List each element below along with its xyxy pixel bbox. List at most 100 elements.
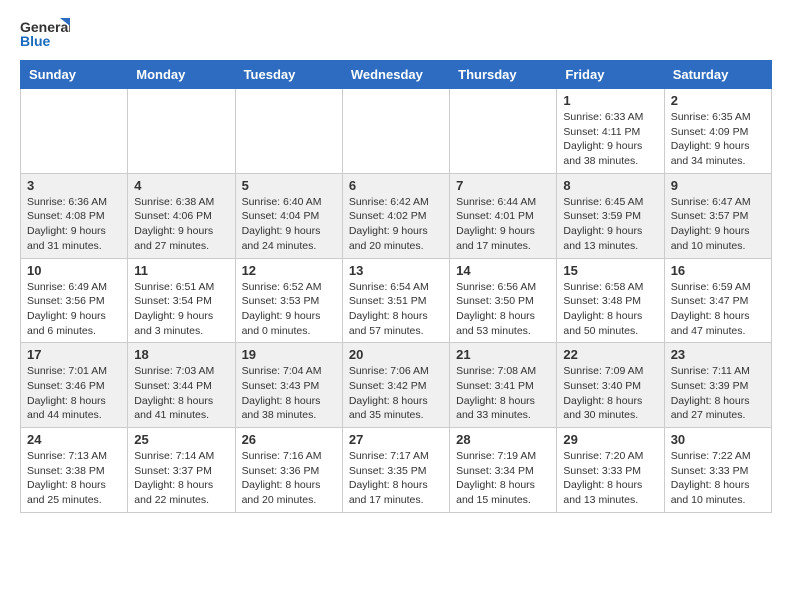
day-info: Sunrise: 7:14 AM Sunset: 3:37 PM Dayligh… bbox=[134, 449, 228, 508]
calendar-cell: 3 Sunrise: 6:36 AM Sunset: 4:08 PM Daylig… bbox=[21, 173, 128, 258]
calendar-cell: 6Sunrise: 6:42 AM Sunset: 4:02 PM Daylig… bbox=[342, 173, 449, 258]
day-info: Sunrise: 7:06 AM Sunset: 3:42 PM Dayligh… bbox=[349, 364, 443, 423]
day-number: 28 bbox=[456, 432, 550, 447]
calendar-cell: 9 Sunrise: 6:47 AM Sunset: 3:57 PM Daylig… bbox=[664, 173, 771, 258]
day-number: 20 bbox=[349, 347, 443, 362]
day-info: Sunrise: 7:09 AM Sunset: 3:40 PM Dayligh… bbox=[563, 364, 657, 423]
day-number: 4 bbox=[134, 178, 228, 193]
calendar-cell bbox=[21, 89, 128, 174]
day-info: Sunrise: 7:20 AM Sunset: 3:33 PM Dayligh… bbox=[563, 449, 657, 508]
calendar-row-4: 17Sunrise: 7:01 AM Sunset: 3:46 PM Dayli… bbox=[21, 343, 772, 428]
day-number: 30 bbox=[671, 432, 765, 447]
day-number: 11 bbox=[134, 263, 228, 278]
day-info: Sunrise: 7:16 AM Sunset: 3:36 PM Dayligh… bbox=[242, 449, 336, 508]
day-number: 21 bbox=[456, 347, 550, 362]
day-info: Sunrise: 7:08 AM Sunset: 3:41 PM Dayligh… bbox=[456, 364, 550, 423]
calendar-cell: 8 Sunrise: 6:45 AM Sunset: 3:59 PM Daylig… bbox=[557, 173, 664, 258]
calendar-cell: 24 Sunrise: 7:13 AM Sunset: 3:38 PM Dayli… bbox=[21, 428, 128, 513]
day-number: 16 bbox=[671, 263, 765, 278]
column-header-monday: Monday bbox=[128, 61, 235, 89]
calendar-cell: 27Sunrise: 7:17 AM Sunset: 3:35 PM Dayli… bbox=[342, 428, 449, 513]
calendar-body: 1Sunrise: 6:33 AM Sunset: 4:11 PM Daylig… bbox=[21, 89, 772, 513]
day-info: Sunrise: 7:17 AM Sunset: 3:35 PM Dayligh… bbox=[349, 449, 443, 508]
calendar-cell bbox=[235, 89, 342, 174]
calendar-cell: 26 Sunrise: 7:16 AM Sunset: 3:36 PM Dayli… bbox=[235, 428, 342, 513]
calendar-cell: 25 Sunrise: 7:14 AM Sunset: 3:37 PM Dayli… bbox=[128, 428, 235, 513]
calendar-table: SundayMondayTuesdayWednesdayThursdayFrid… bbox=[20, 60, 772, 513]
day-number: 14 bbox=[456, 263, 550, 278]
calendar-cell: 19 Sunrise: 7:04 AM Sunset: 3:43 PM Dayli… bbox=[235, 343, 342, 428]
calendar-cell: 23Sunrise: 7:11 AM Sunset: 3:39 PM Dayli… bbox=[664, 343, 771, 428]
calendar-cell: 21 Sunrise: 7:08 AM Sunset: 3:41 PM Dayli… bbox=[450, 343, 557, 428]
day-number: 19 bbox=[242, 347, 336, 362]
day-info: Sunrise: 6:35 AM Sunset: 4:09 PM Dayligh… bbox=[671, 110, 765, 169]
calendar-cell: 13Sunrise: 6:54 AM Sunset: 3:51 PM Dayli… bbox=[342, 258, 449, 343]
calendar-header: SundayMondayTuesdayWednesdayThursdayFrid… bbox=[21, 61, 772, 89]
calendar-row-5: 24 Sunrise: 7:13 AM Sunset: 3:38 PM Dayli… bbox=[21, 428, 772, 513]
calendar-cell: 10Sunrise: 6:49 AM Sunset: 3:56 PM Dayli… bbox=[21, 258, 128, 343]
calendar-cell: 17Sunrise: 7:01 AM Sunset: 3:46 PM Dayli… bbox=[21, 343, 128, 428]
day-info: Sunrise: 7:13 AM Sunset: 3:38 PM Dayligh… bbox=[27, 449, 121, 508]
day-info: Sunrise: 7:01 AM Sunset: 3:46 PM Dayligh… bbox=[27, 364, 121, 423]
column-header-tuesday: Tuesday bbox=[235, 61, 342, 89]
day-number: 7 bbox=[456, 178, 550, 193]
day-number: 26 bbox=[242, 432, 336, 447]
day-info: Sunrise: 7:03 AM Sunset: 3:44 PM Dayligh… bbox=[134, 364, 228, 423]
logo: GeneralBlue bbox=[20, 16, 70, 52]
calendar-cell: 2 Sunrise: 6:35 AM Sunset: 4:09 PM Daylig… bbox=[664, 89, 771, 174]
day-info: Sunrise: 6:58 AM Sunset: 3:48 PM Dayligh… bbox=[563, 280, 657, 339]
day-number: 15 bbox=[563, 263, 657, 278]
calendar-cell: 7 Sunrise: 6:44 AM Sunset: 4:01 PM Daylig… bbox=[450, 173, 557, 258]
calendar-row-2: 3 Sunrise: 6:36 AM Sunset: 4:08 PM Daylig… bbox=[21, 173, 772, 258]
calendar-cell bbox=[450, 89, 557, 174]
day-info: Sunrise: 6:45 AM Sunset: 3:59 PM Dayligh… bbox=[563, 195, 657, 254]
day-number: 1 bbox=[563, 93, 657, 108]
day-number: 25 bbox=[134, 432, 228, 447]
calendar-cell: 11 Sunrise: 6:51 AM Sunset: 3:54 PM Dayli… bbox=[128, 258, 235, 343]
day-info: Sunrise: 6:38 AM Sunset: 4:06 PM Dayligh… bbox=[134, 195, 228, 254]
column-header-wednesday: Wednesday bbox=[342, 61, 449, 89]
calendar-row-3: 10Sunrise: 6:49 AM Sunset: 3:56 PM Dayli… bbox=[21, 258, 772, 343]
svg-text:Blue: Blue bbox=[20, 33, 51, 49]
day-number: 18 bbox=[134, 347, 228, 362]
calendar-cell: 15 Sunrise: 6:58 AM Sunset: 3:48 PM Dayli… bbox=[557, 258, 664, 343]
day-number: 2 bbox=[671, 93, 765, 108]
calendar-cell: 18 Sunrise: 7:03 AM Sunset: 3:44 PM Dayli… bbox=[128, 343, 235, 428]
day-number: 3 bbox=[27, 178, 121, 193]
day-info: Sunrise: 6:36 AM Sunset: 4:08 PM Dayligh… bbox=[27, 195, 121, 254]
day-info: Sunrise: 7:22 AM Sunset: 3:33 PM Dayligh… bbox=[671, 449, 765, 508]
column-header-sunday: Sunday bbox=[21, 61, 128, 89]
column-header-thursday: Thursday bbox=[450, 61, 557, 89]
day-number: 29 bbox=[563, 432, 657, 447]
day-number: 6 bbox=[349, 178, 443, 193]
calendar-cell: 12Sunrise: 6:52 AM Sunset: 3:53 PM Dayli… bbox=[235, 258, 342, 343]
logo-svg: GeneralBlue bbox=[20, 16, 70, 52]
calendar-cell: 14Sunrise: 6:56 AM Sunset: 3:50 PM Dayli… bbox=[450, 258, 557, 343]
day-number: 12 bbox=[242, 263, 336, 278]
calendar-cell: 5Sunrise: 6:40 AM Sunset: 4:04 PM Daylig… bbox=[235, 173, 342, 258]
column-header-friday: Friday bbox=[557, 61, 664, 89]
day-number: 9 bbox=[671, 178, 765, 193]
day-number: 24 bbox=[27, 432, 121, 447]
calendar-cell: 29 Sunrise: 7:20 AM Sunset: 3:33 PM Dayli… bbox=[557, 428, 664, 513]
day-info: Sunrise: 6:44 AM Sunset: 4:01 PM Dayligh… bbox=[456, 195, 550, 254]
day-info: Sunrise: 6:40 AM Sunset: 4:04 PM Dayligh… bbox=[242, 195, 336, 254]
day-info: Sunrise: 7:19 AM Sunset: 3:34 PM Dayligh… bbox=[456, 449, 550, 508]
calendar-row-1: 1Sunrise: 6:33 AM Sunset: 4:11 PM Daylig… bbox=[21, 89, 772, 174]
calendar-cell: 22Sunrise: 7:09 AM Sunset: 3:40 PM Dayli… bbox=[557, 343, 664, 428]
calendar-cell: 1Sunrise: 6:33 AM Sunset: 4:11 PM Daylig… bbox=[557, 89, 664, 174]
calendar-cell: 30 Sunrise: 7:22 AM Sunset: 3:33 PM Dayli… bbox=[664, 428, 771, 513]
day-number: 13 bbox=[349, 263, 443, 278]
calendar-cell bbox=[342, 89, 449, 174]
calendar-cell: 16 Sunrise: 6:59 AM Sunset: 3:47 PM Dayli… bbox=[664, 258, 771, 343]
day-info: Sunrise: 6:47 AM Sunset: 3:57 PM Dayligh… bbox=[671, 195, 765, 254]
day-info: Sunrise: 6:51 AM Sunset: 3:54 PM Dayligh… bbox=[134, 280, 228, 339]
day-info: Sunrise: 7:04 AM Sunset: 3:43 PM Dayligh… bbox=[242, 364, 336, 423]
page-container: GeneralBlue SundayMondayTuesdayWednesday… bbox=[0, 0, 792, 529]
day-info: Sunrise: 6:59 AM Sunset: 3:47 PM Dayligh… bbox=[671, 280, 765, 339]
day-number: 8 bbox=[563, 178, 657, 193]
page-header: GeneralBlue bbox=[20, 16, 772, 52]
calendar-cell bbox=[128, 89, 235, 174]
column-header-saturday: Saturday bbox=[664, 61, 771, 89]
calendar-cell: 4 Sunrise: 6:38 AM Sunset: 4:06 PM Daylig… bbox=[128, 173, 235, 258]
